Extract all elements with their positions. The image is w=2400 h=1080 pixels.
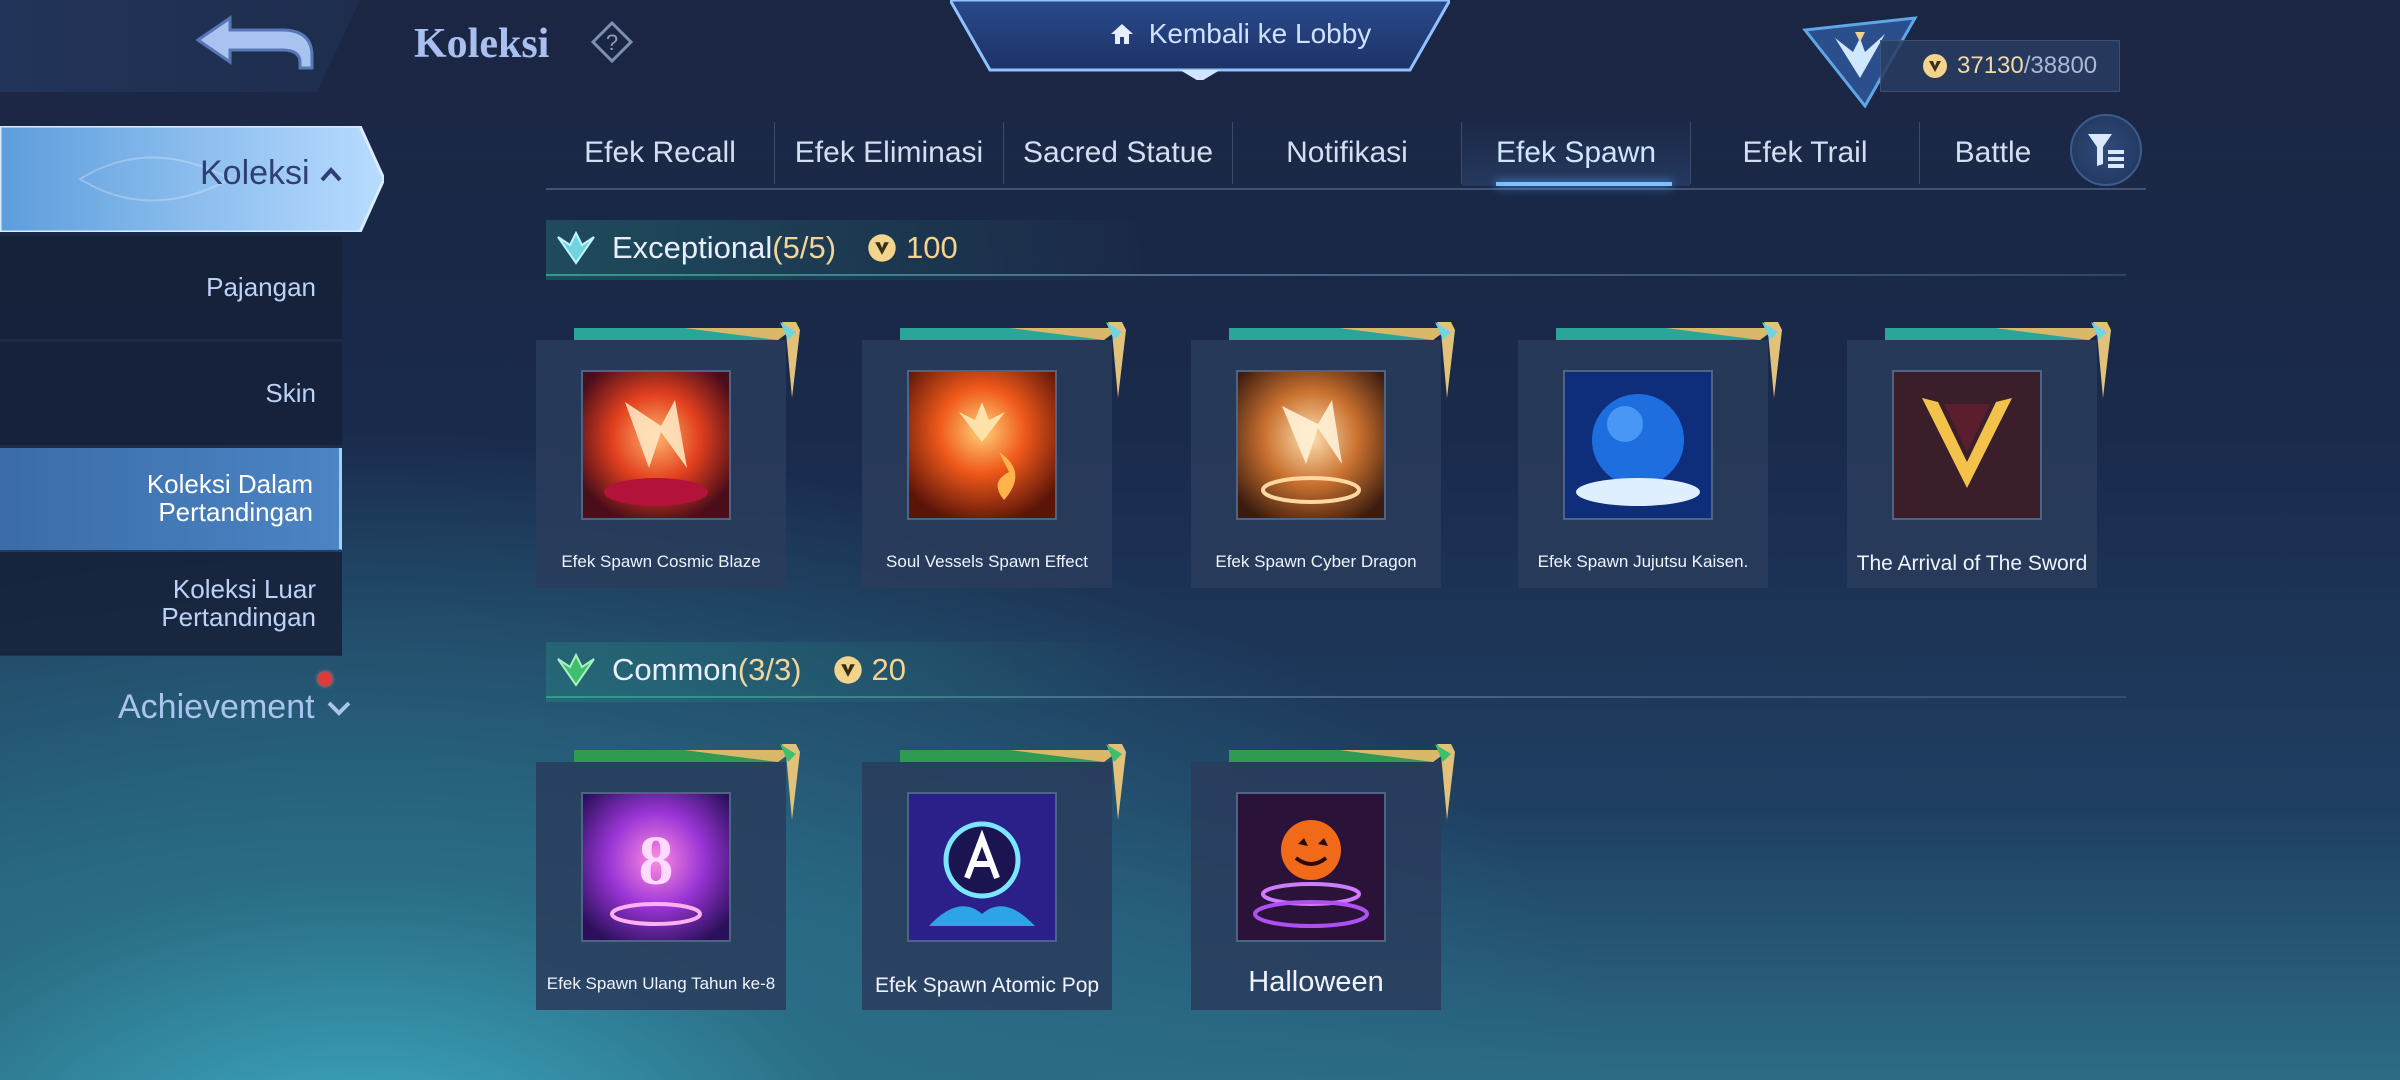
section-exceptional-header: Exceptional(5/5) 100 bbox=[556, 218, 2126, 278]
jujutsu-kaisen-thumbnail bbox=[1565, 372, 1711, 518]
tab-label: Efek Eliminasi bbox=[794, 136, 984, 169]
tab-label: Efek Recall bbox=[584, 136, 736, 169]
section-points: 20 bbox=[832, 652, 906, 688]
card-name: Soul Vessels Spawn Effect bbox=[886, 552, 1088, 571]
chevron-up-icon bbox=[320, 166, 342, 181]
soul-vessels-thumbnail bbox=[909, 372, 1055, 518]
tab-efek-trail[interactable]: Efek Trail bbox=[1691, 120, 1919, 186]
card-name: Efek Spawn Jujutsu Kaisen. bbox=[1537, 552, 1749, 571]
tab-efek-eliminasi[interactable]: Efek Eliminasi bbox=[775, 120, 1003, 186]
section-points: 100 bbox=[866, 230, 958, 266]
collection-point-icon bbox=[868, 234, 896, 262]
points-max: /38800 bbox=[2023, 52, 2098, 79]
category-tabbar: Efek Recall Efek Eliminasi Sacred Statue… bbox=[546, 120, 2146, 190]
tab-label: Efek Trail bbox=[1742, 136, 1868, 169]
lobby-button[interactable]: Kembali ke Lobby bbox=[1040, 14, 1440, 54]
tab-efek-recall[interactable]: Efek Recall bbox=[546, 120, 774, 186]
section-divider bbox=[546, 274, 2126, 276]
collection-card-halloween[interactable]: Halloween bbox=[1191, 744, 1455, 1010]
halloween-thumbnail bbox=[1238, 794, 1384, 940]
sidebar-item-koleksi-dalam-pertandingan[interactable]: Koleksi Dalam Pertandingan bbox=[0, 448, 342, 550]
filter-icon bbox=[2088, 134, 2124, 168]
section-title: Common bbox=[612, 652, 738, 687]
card-name: Efek Spawn Ulang Tahun ke-8 bbox=[546, 974, 776, 993]
tab-label: Notifikasi bbox=[1286, 136, 1408, 169]
cyber-dragon-thumbnail bbox=[1238, 372, 1384, 518]
collection-points: 37130 /38800 bbox=[1880, 40, 2120, 92]
section-title: Exceptional bbox=[612, 230, 773, 265]
section-points-value: 20 bbox=[871, 652, 906, 687]
lobby-button-label: Kembali ke Lobby bbox=[1148, 18, 1372, 49]
card-image bbox=[1236, 370, 1386, 520]
tab-label: Battle bbox=[1954, 136, 2032, 169]
card-image bbox=[581, 370, 731, 520]
collection-card-jujutsu-kaisen[interactable]: Efek Spawn Jujutsu Kaisen. bbox=[1518, 322, 1782, 588]
sidebar-active-text: Koleksi bbox=[200, 154, 310, 192]
home-icon bbox=[1110, 24, 1133, 44]
section-common-header: Common(3/3) 20 bbox=[556, 640, 2126, 700]
card-name: Halloween bbox=[1248, 966, 1384, 998]
sidebar-item-skin[interactable]: Skin bbox=[0, 342, 342, 446]
card-name: The Arrival of The Sword bbox=[1856, 552, 2088, 575]
ulang-tahun-thumbnail: 8 bbox=[583, 794, 729, 940]
sidebar-item-pajangan[interactable]: Pajangan bbox=[0, 236, 342, 340]
svg-text:8: 8 bbox=[639, 823, 674, 900]
collection-card-cosmic-blaze[interactable]: Efek Spawn Cosmic Blaze bbox=[536, 322, 800, 588]
chevron-down-icon bbox=[327, 701, 350, 716]
collection-point-icon bbox=[1923, 54, 1947, 78]
arrival-of-the-sword-thumbnail bbox=[1894, 372, 2040, 518]
achievement-label: Achievement bbox=[118, 688, 315, 726]
svg-text:?: ? bbox=[606, 30, 618, 55]
collection-card-arrival-of-the-sword[interactable]: The Arrival of The Sword bbox=[1847, 322, 2111, 588]
collection-card-cyber-dragon[interactable]: Efek Spawn Cyber Dragon bbox=[1191, 322, 1455, 588]
back-arrow-icon bbox=[195, 15, 314, 70]
section-points-value: 100 bbox=[906, 230, 958, 265]
cosmic-blaze-thumbnail bbox=[583, 372, 729, 518]
notification-dot bbox=[318, 672, 332, 686]
card-name: Efek Spawn Cyber Dragon bbox=[1215, 552, 1417, 571]
collection-point-icon bbox=[833, 656, 862, 684]
sidebar-item-label: Koleksi Dalam Pertandingan bbox=[146, 469, 313, 527]
card-image bbox=[907, 370, 1057, 520]
collection-card-atomic-pop[interactable]: Efek Spawn Atomic Pop bbox=[862, 744, 1126, 1010]
card-image bbox=[1236, 792, 1386, 942]
active-tab-indicator bbox=[1496, 182, 1672, 186]
sidebar-achievement[interactable]: Achievement bbox=[118, 688, 351, 727]
collection-card-soul-vessels[interactable]: Soul Vessels Spawn Effect bbox=[862, 322, 1126, 588]
section-divider bbox=[546, 696, 2126, 698]
tab-label: Efek Spawn bbox=[1495, 136, 1657, 169]
tab-sacred-statue[interactable]: Sacred Statue bbox=[1004, 120, 1232, 186]
sidebar-item-label: Koleksi Luar Pertandingan bbox=[161, 574, 316, 632]
sidebar-item-label: Pajangan bbox=[206, 271, 316, 302]
card-image bbox=[1563, 370, 1713, 520]
card-image: 8 bbox=[581, 792, 731, 942]
help-icon[interactable]: ? bbox=[590, 20, 634, 64]
card-image bbox=[907, 792, 1057, 942]
section-count: (3/3) bbox=[737, 652, 802, 687]
tab-label: Sacred Statue bbox=[1022, 136, 1214, 169]
common-tier-icon bbox=[557, 653, 595, 687]
section-count: (5/5) bbox=[772, 230, 837, 265]
exceptional-tier-icon bbox=[557, 231, 595, 265]
points-current: 37130 bbox=[1957, 52, 2024, 79]
card-name: Efek Spawn Atomic Pop bbox=[874, 974, 1100, 997]
sidebar-item-koleksi-luar-pertandingan[interactable]: Koleksi Luar Pertandingan bbox=[0, 552, 342, 656]
back-button[interactable] bbox=[190, 10, 320, 80]
filter-button[interactable] bbox=[2070, 114, 2142, 186]
tab-notifikasi[interactable]: Notifikasi bbox=[1233, 120, 1461, 186]
tab-efek-spawn[interactable]: Efek Spawn bbox=[1462, 120, 1690, 186]
sidebar-item-label: Skin bbox=[265, 377, 316, 408]
atomic-pop-thumbnail bbox=[909, 794, 1055, 940]
card-image bbox=[1892, 370, 2042, 520]
page-title: Koleksi bbox=[414, 21, 550, 67]
sidebar-koleksi-label: Koleksi bbox=[200, 154, 342, 193]
collection-card-ulang-tahun-ke-8[interactable]: 8 Efek Spawn Ulang Tahun ke-8 bbox=[536, 744, 800, 1010]
card-name: Efek Spawn Cosmic Blaze bbox=[561, 552, 761, 571]
tab-battle[interactable]: Battle bbox=[1920, 120, 2066, 186]
